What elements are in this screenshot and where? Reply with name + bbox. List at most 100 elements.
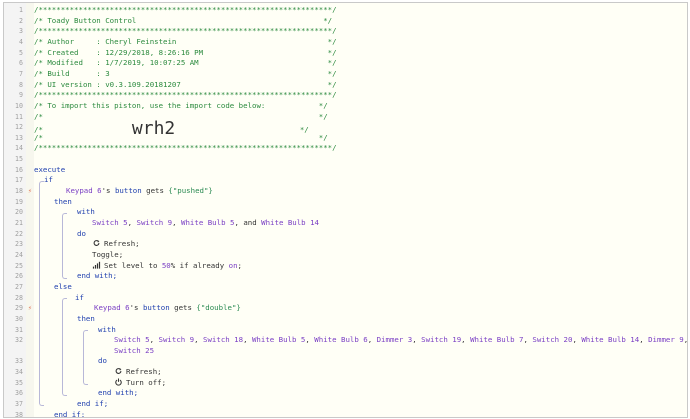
code-text: if xyxy=(44,175,53,186)
code-token: White Bulb 14 xyxy=(581,335,640,345)
block-bracket xyxy=(83,329,88,386)
line-number: 19 xyxy=(15,197,23,206)
code-text: Refresh; xyxy=(92,239,140,250)
code-token: , xyxy=(127,218,137,227)
code-text: then xyxy=(77,314,95,325)
code-text: /***************************************… xyxy=(34,5,337,16)
code-token: else xyxy=(54,281,72,291)
line-number: 24 xyxy=(15,250,23,259)
line-number: 20 xyxy=(15,208,23,217)
code-token: Switch 5 xyxy=(114,335,150,345)
code-token: /* To import this piston, use the import… xyxy=(34,100,328,110)
code-token: White Bulb 5 xyxy=(251,335,306,345)
code-line: 12/* wrh2 */ xyxy=(4,120,687,138)
line-number: 38 xyxy=(15,410,23,418)
code-line: 16 execute xyxy=(4,165,687,176)
code-text: Keypad 6's button gets {"pushed"} xyxy=(66,186,213,197)
line-number: 1 xyxy=(19,6,23,14)
code-token: , xyxy=(367,335,377,345)
code-token: /***************************************… xyxy=(34,90,337,100)
code-text: end if; xyxy=(54,409,86,418)
code-token: Switch 9 xyxy=(158,335,195,345)
code-line: 31 with xyxy=(4,325,687,336)
code-line: 32 Switch 5, Switch 9, Switch 18, White B… xyxy=(4,335,687,346)
code-token: , xyxy=(149,335,159,345)
code-token: , xyxy=(243,335,252,345)
line-number: 7 xyxy=(19,69,23,78)
code-token: 's xyxy=(101,186,115,196)
code-token: /***************************************… xyxy=(34,5,337,14)
code-token: {"pushed"} xyxy=(168,186,213,196)
block-bracket xyxy=(62,297,67,396)
code-line: 27 else xyxy=(4,282,687,293)
code-text: Set level to 50% if already on; xyxy=(92,261,242,272)
line-number: 28 xyxy=(15,293,23,302)
code-token: Refresh; xyxy=(126,367,162,377)
line-number: 34 xyxy=(15,368,23,377)
code-text: /* Author : Cheryl Feinstein */ xyxy=(34,37,337,48)
code-token: {"double"} xyxy=(196,303,241,313)
code-line: 21 Switch 5, Switch 9, White Bulb 5, and … xyxy=(4,218,687,229)
code-token: Switch 20 xyxy=(532,335,573,345)
code-text: with xyxy=(77,207,95,218)
code-token: Refresh; xyxy=(104,239,140,249)
code-text: Switch 25 xyxy=(114,346,154,357)
code-line: 11 /* */ xyxy=(4,112,687,123)
line-number: 9 xyxy=(19,91,23,100)
code-line: 17 if xyxy=(4,175,687,186)
line-number: 15 xyxy=(15,155,23,164)
code-line: 5 /* Created : 12/29/2018, 8:26:16 PM */ xyxy=(4,48,687,59)
line-number: 4 xyxy=(19,37,23,46)
line-number: 35 xyxy=(15,378,23,387)
line-number: 17 xyxy=(15,176,23,185)
code-token: button xyxy=(142,303,170,313)
code-token: button xyxy=(114,186,142,196)
code-line: 2 /* Toady Button Control */ xyxy=(4,16,687,27)
code-token: end with; xyxy=(77,271,118,281)
code-token: /***************************************… xyxy=(34,143,337,153)
block-bracket xyxy=(62,212,67,279)
code-token: , xyxy=(412,335,422,345)
code-token: /* Toady Button Control */ xyxy=(34,15,333,25)
line-number: 22 xyxy=(15,229,23,238)
line-number: 25 xyxy=(15,261,23,270)
line-number: 8 xyxy=(19,80,23,89)
line-number: 13 xyxy=(15,133,23,142)
code-token: end if; xyxy=(77,399,109,409)
code-line: 36 end with; xyxy=(4,388,687,399)
line-number: 37 xyxy=(15,400,23,409)
code-token: 50 xyxy=(161,260,171,270)
code-token: , xyxy=(305,335,315,345)
code-token: /* UI version : v0.3.109.20181207 */ xyxy=(34,79,337,89)
code-token: /***************************************… xyxy=(34,26,337,36)
code-token: Switch 25 xyxy=(114,345,155,355)
code-token: gets xyxy=(141,186,169,196)
code-token: if xyxy=(75,292,84,302)
line-number: 33 xyxy=(15,357,23,366)
code-text: /* Modified : 1/7/2019, 10:07:25 AM */ xyxy=(34,58,337,69)
code-text: do xyxy=(98,356,107,367)
line-number: 30 xyxy=(15,314,23,323)
code-token: with xyxy=(77,207,95,217)
code-line: 10 /* To import this piston, use the impo… xyxy=(4,101,687,112)
code-token: , xyxy=(194,335,204,345)
line-number: 3 xyxy=(19,27,23,36)
line-number: 21 xyxy=(15,219,23,227)
code-line: 38 end if; xyxy=(4,409,687,418)
code-line: 22 do xyxy=(4,229,687,240)
code-token: , xyxy=(172,218,182,227)
code-token: Keypad 6 xyxy=(66,186,102,196)
code-line: 14 /*************************************… xyxy=(4,143,687,154)
code-token: White Bulb 7 xyxy=(470,335,524,345)
code-token: % if already xyxy=(170,260,229,270)
code-text: Switch 5, Switch 9, White Bulb 5, and Wh… xyxy=(92,218,319,229)
code-token: /* Modified : 1/7/2019, 10:07:25 AM */ xyxy=(34,58,337,68)
line-number: 36 xyxy=(15,389,23,398)
code-token: White Bulb 6 xyxy=(314,335,368,345)
code-line: 25 Set level to 50% if already on; xyxy=(4,261,687,272)
code-line: 34 Refresh; xyxy=(4,367,687,378)
code-token: end if; xyxy=(54,409,86,418)
line-number: 11 xyxy=(15,112,23,121)
code-token: Dimmer 9 xyxy=(648,335,684,345)
code-token: with xyxy=(98,324,116,334)
